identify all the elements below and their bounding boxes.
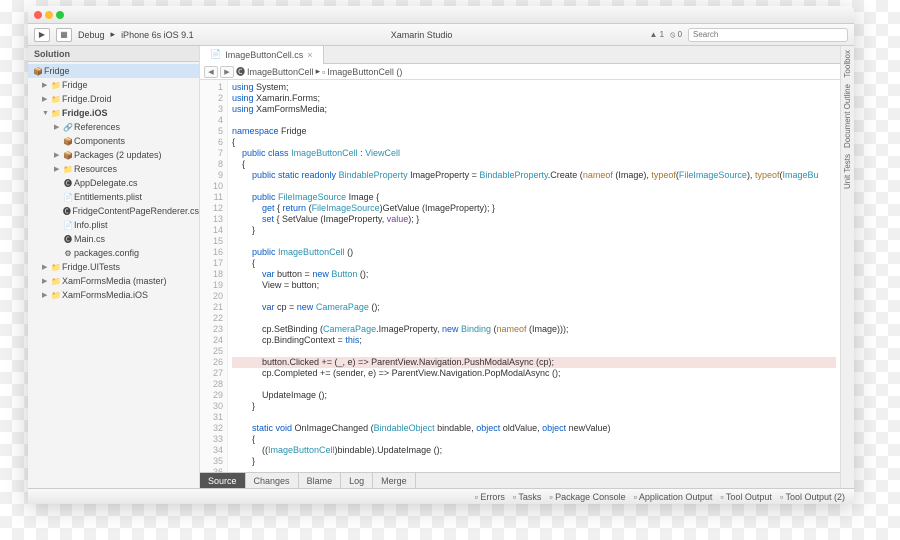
status-item[interactable]: ▫ Package Console [546, 492, 628, 502]
app-name: Xamarin Studio [391, 30, 453, 40]
right-rail: Toolbox Document Outline Unit Tests [840, 46, 854, 488]
rail-tab[interactable]: Toolbox [843, 50, 852, 78]
solution-sidebar: Solution 📦 Fridge▶📁 Fridge▶📁 Fridge.Droi… [28, 46, 200, 488]
tree-item[interactable]: 📄 Info.plist [28, 218, 199, 232]
editor-pane: 📄 ImageButtonCell.cs × ◀ ▶ 🅒 ImageButton… [200, 46, 840, 488]
nav-fwd-button[interactable]: ▶ [220, 66, 234, 78]
bottom-tab[interactable]: Changes [246, 473, 299, 489]
tree-item[interactable]: ⚙ packages.config [28, 246, 199, 260]
config-button[interactable]: ▦ [56, 28, 72, 42]
tree-item[interactable]: 🅒 AppDelegate.cs [28, 176, 199, 190]
nav-back-button[interactable]: ◀ [204, 66, 218, 78]
tab-bar: 📄 ImageButtonCell.cs × [200, 46, 840, 64]
warning-count[interactable]: ▲ 1 [650, 30, 665, 39]
status-item[interactable]: ▫ Errors [472, 492, 508, 502]
run-button[interactable]: ▶ [34, 28, 50, 42]
config-label[interactable]: Debug [78, 30, 105, 40]
device-label[interactable]: iPhone 6s iOS 9.1 [121, 30, 194, 40]
maximize-icon[interactable] [56, 11, 64, 19]
error-count[interactable]: ⦸ 0 [670, 30, 682, 40]
tree-item[interactable]: ▶📁 XamFormsMedia.iOS [28, 288, 199, 302]
close-icon[interactable] [34, 11, 42, 19]
sidebar-title: Solution [28, 46, 199, 62]
rail-tab[interactable]: Unit Tests [843, 154, 852, 189]
toolbar: ▶ ▦ Debug ▸ iPhone 6s iOS 9.1 Xamarin St… [28, 24, 854, 46]
tree-item[interactable]: 🅒 FridgeContentPageRenderer.cs [28, 204, 199, 218]
method-icon: ▫ [322, 67, 325, 77]
tree-item[interactable]: ▶🔗 References [28, 120, 199, 134]
tree-item[interactable]: 📄 Entitlements.plist [28, 190, 199, 204]
tree-item[interactable]: ▶📁 XamFormsMedia (master) [28, 274, 199, 288]
tree-item[interactable]: 📦 Components [28, 134, 199, 148]
status-item[interactable]: ▫ Tool Output (2) [777, 492, 848, 502]
tree-root[interactable]: 📦 Fridge [28, 64, 199, 78]
bottom-tab[interactable]: Merge [373, 473, 416, 489]
status-bar: ▫ Errors▫ Tasks▫ Package Console▫ Applic… [28, 488, 854, 504]
tab-active[interactable]: 📄 ImageButtonCell.cs × [200, 46, 324, 64]
rail-tab[interactable]: Document Outline [843, 84, 852, 148]
minimize-icon[interactable] [45, 11, 53, 19]
breadcrumb: ◀ ▶ 🅒 ImageButtonCell ▸ ▫ ImageButtonCel… [200, 64, 840, 80]
status-item[interactable]: ▫ Application Output [631, 492, 716, 502]
bottom-tab[interactable]: Source [200, 473, 246, 489]
tree-item[interactable]: 🅒 Main.cs [28, 232, 199, 246]
close-icon[interactable]: × [307, 50, 312, 60]
search-input[interactable] [688, 28, 848, 42]
file-icon: 📄 [210, 49, 221, 60]
titlebar [28, 6, 854, 24]
tree-item[interactable]: ▶📁 Fridge.Droid [28, 92, 199, 106]
app-window: ▶ ▦ Debug ▸ iPhone 6s iOS 9.1 Xamarin St… [28, 6, 854, 504]
tree-item[interactable]: ▶📁 Fridge [28, 78, 199, 92]
bottom-tabs: SourceChangesBlameLogMerge [200, 472, 840, 488]
tree-item[interactable]: ▶📦 Packages (2 updates) [28, 148, 199, 162]
tree-item[interactable]: ▼📁 Fridge.iOS [28, 106, 199, 120]
status-item[interactable]: ▫ Tasks [510, 492, 545, 502]
code-editor[interactable]: 1234567891011121314151617181920212223242… [200, 80, 840, 472]
bottom-tab[interactable]: Blame [299, 473, 342, 489]
tree-item[interactable]: ▶📁 Fridge.UITests [28, 260, 199, 274]
bottom-tab[interactable]: Log [341, 473, 373, 489]
tree-item[interactable]: ▶📁 Resources [28, 162, 199, 176]
class-icon: 🅒 [236, 65, 245, 78]
status-item[interactable]: ▫ Tool Output [717, 492, 775, 502]
